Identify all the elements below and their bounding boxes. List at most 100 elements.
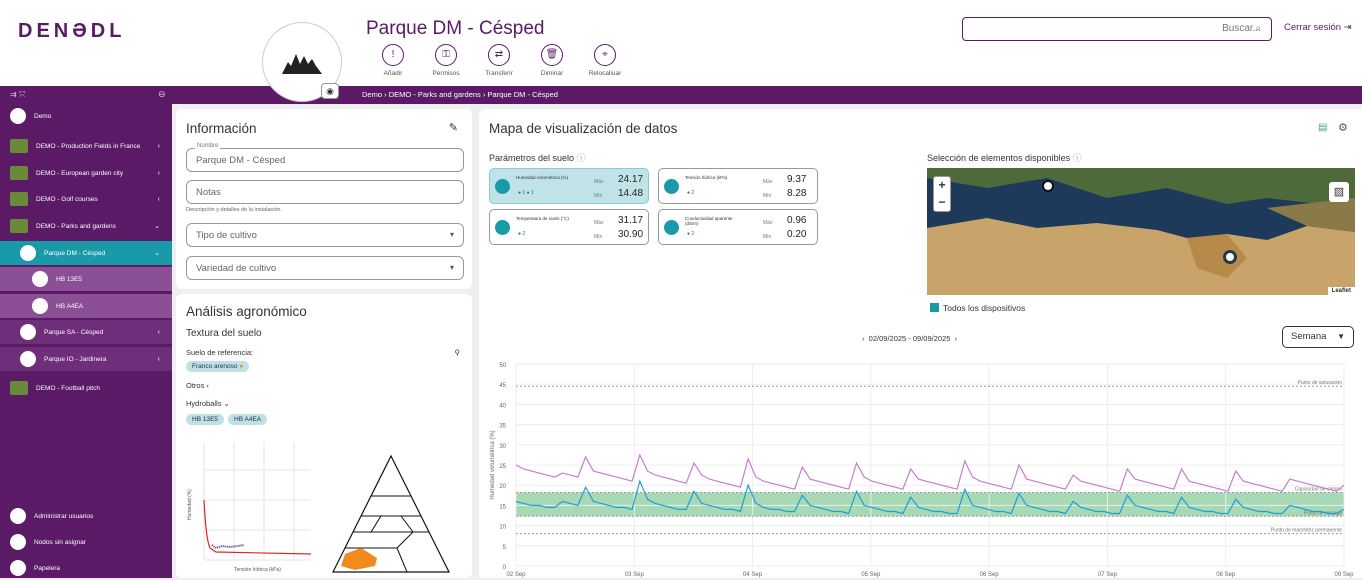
action-icon: 🗑 — [541, 44, 563, 66]
sensor-card-3[interactable]: Conductividad aparente (dS/m) ● 2 Máx 0.96 M… — [658, 209, 818, 245]
otros-toggle[interactable]: Otros ‹ — [186, 381, 209, 390]
edit-icon[interactable]: ✎ — [449, 121, 458, 134]
breadcrumb-item[interactable]: Parque DM - Césped — [487, 90, 557, 99]
action-icon: ! — [382, 44, 404, 66]
breadcrumb-item[interactable]: DEMO - Parks and gardens — [389, 90, 481, 99]
dot-icon: ● — [239, 363, 244, 370]
moisture-chart: 0 5 10 15 20 25 30 35 40 45 50 02 Sep 03 Sep 04 Sep 05… — [490, 363, 1354, 578]
action-4-button[interactable]: ⌖ Relocaliuar — [580, 44, 630, 77]
table-icon[interactable]: ▤ — [1318, 122, 1327, 133]
hydroballs-label: Hydroballs — [186, 399, 222, 408]
sidebar-item-3[interactable]: DEMO - Golf courses ‹ — [0, 187, 172, 211]
nombre-field[interactable]: Nombre Parque DM - Césped — [186, 143, 464, 172]
notas-field[interactable]: Notas — [186, 180, 464, 204]
chevron-icon[interactable]: ‹ — [158, 196, 160, 203]
breadcrumb-item[interactable]: Demo — [362, 90, 382, 99]
sidebar-item-2[interactable]: DEMO - European garden city ‹ — [0, 161, 172, 185]
todos-checkbox[interactable]: Todos los dispositivos — [930, 303, 1025, 313]
sidebar-item-8[interactable]: Parque SA - Césped ‹ — [0, 320, 172, 344]
site-photo-icon — [10, 166, 28, 180]
action-3-button[interactable]: 🗑 Diminar — [527, 44, 577, 77]
min-label: Mín — [594, 193, 603, 199]
sidebar-bottom-label: Administrar usuarios — [34, 512, 94, 520]
sidebar-bottom-label: Nodos sin asignar — [34, 538, 87, 546]
collapse-icon[interactable]: ⊖ — [158, 89, 166, 100]
action-icon: ⚿ — [435, 44, 457, 66]
layers-icon[interactable]: ▧ — [1329, 182, 1349, 202]
variedad-cultivo-select[interactable]: Variedad de cultivo ▾ — [186, 256, 464, 280]
sidebar-item-6[interactable]: HB 13E5 — [0, 267, 172, 291]
action-label: Diminar — [540, 70, 564, 77]
next-icon[interactable]: › — [955, 334, 958, 343]
tipo-cultivo-select[interactable]: Tipo de cultivo ▾ — [186, 223, 464, 247]
sidebar-bottom-1[interactable]: Nodos sin asignar — [0, 530, 172, 554]
sidebar-item-0[interactable]: Demo — [0, 104, 172, 128]
y-tick-label: 5 — [503, 545, 507, 551]
search-input[interactable]: Buscar... ⌕ — [962, 17, 1272, 41]
zoom-control[interactable]: + − — [933, 176, 951, 212]
sensor-max: 9.37 — [787, 174, 807, 185]
checkbox-icon — [930, 303, 939, 312]
chevron-down-icon: ▼ — [1337, 332, 1345, 341]
series-line-0 — [515, 453, 1345, 493]
sidebar-bottom-2[interactable]: Papelera — [0, 556, 172, 580]
map[interactable]: + − ▧ Leaflet — [927, 168, 1355, 295]
sensor-card-0[interactable]: Humedad volumétrica (%) ● 1 ● 1 Máx 24.17 Mí… — [489, 168, 649, 204]
hb-pill[interactable]: HB 13E5 — [186, 414, 225, 425]
action-1-button[interactable]: ⚿ Permisos — [421, 44, 471, 77]
hb-pill[interactable]: HB A4EA — [228, 414, 268, 425]
prev-icon[interactable]: ‹ — [862, 334, 865, 343]
x-tick-label: 04 Sep — [743, 572, 763, 578]
reference-label: Punto de marchitez permanente — [1271, 528, 1342, 534]
zoom-out-button[interactable]: − — [934, 194, 950, 211]
sensor-card-2[interactable]: Temperatura de suelo (°C) ● 2 Máx 31.17 Mín 3… — [489, 209, 649, 245]
y-tick-label: 30 — [499, 444, 506, 450]
min-label: Mín — [594, 234, 603, 240]
suelo-pill[interactable]: Franco arenoso ● — [186, 361, 250, 372]
retention-curve — [203, 499, 312, 555]
humedad-axis-label: Humedad (%) — [187, 489, 193, 520]
search-icon[interactable]: ⌕ — [1255, 23, 1261, 34]
sidebar-item-5[interactable]: Parque DM - Césped ⌄ — [0, 241, 172, 265]
sidebar-item-label: DEMO - Production Fields in France — [36, 142, 141, 150]
sidebar-item-label: Parque DM - Césped — [44, 249, 106, 257]
sidebar-item-10[interactable]: DEMO - Football pitch — [0, 376, 172, 400]
chevron-down-icon: ▾ — [449, 230, 454, 239]
camera-icon[interactable]: ◉ — [321, 83, 339, 99]
y-tick-label: 25 — [499, 464, 506, 470]
chevron-icon[interactable]: ‹ — [158, 170, 160, 177]
info-icon[interactable]: ⓘ — [1073, 153, 1082, 163]
chevron-icon[interactable]: ‹ — [158, 329, 160, 336]
sidebar-item-label: DEMO - Parks and gardens — [36, 222, 116, 230]
chevron-icon[interactable]: ⌄ — [154, 222, 160, 230]
date-range-nav: ‹ 02/09/2025 - 09/09/2025 › — [862, 334, 957, 343]
chevron-icon[interactable]: ‹ — [158, 356, 160, 363]
sidebar-item-7[interactable]: HB A4EA — [0, 294, 172, 318]
period-select[interactable]: Semana ▼ — [1282, 326, 1354, 348]
action-0-button[interactable]: ! Añadir — [368, 44, 418, 77]
todos-label: Todos los dispositivos — [943, 303, 1026, 313]
hydroballs-toggle[interactable]: Hydroballs ⌄ — [186, 399, 230, 408]
page-title: Parque DM - Césped — [366, 18, 545, 39]
action-icon: ⇄ — [488, 44, 510, 66]
sidebar-item-4[interactable]: DEMO - Parks and gardens ⌄ — [0, 214, 172, 238]
info-icon[interactable]: ⓘ — [577, 153, 586, 163]
chevron-icon[interactable]: ⌄ — [154, 249, 160, 257]
map-marker[interactable] — [1223, 250, 1237, 264]
sensor-card-1[interactable]: Tensión hídrica (kPa) ● 2 Máx 9.37 Mín 8.28 — [658, 168, 818, 204]
settings-icon[interactable]: ⚙ — [1338, 121, 1348, 134]
textura-title: Textura del suelo — [186, 328, 262, 339]
nodes-icon — [10, 534, 26, 550]
expand-collapse-icon[interactable]: ⇉ ⤧ — [10, 90, 25, 100]
zoom-in-button[interactable]: + — [934, 177, 950, 194]
action-2-button[interactable]: ⇄ Transferir — [474, 44, 524, 77]
map-marker[interactable] — [1042, 180, 1054, 192]
sidebar-item-1[interactable]: DEMO - Production Fields in France ‹ — [0, 134, 172, 158]
chevron-icon[interactable]: ‹ — [158, 143, 160, 150]
filter-icon[interactable]: ⚲ — [455, 348, 461, 357]
logout-button[interactable]: Cerrar sesión ⇥ — [1284, 22, 1352, 33]
header: DENƏDL Parque DM - Césped ! Añadir ⚿ Permis… — [0, 0, 1362, 86]
params-title: Parámetros del suelo ⓘ — [489, 151, 586, 164]
sidebar-bottom-0[interactable]: Administrar usuarios — [0, 504, 172, 528]
sidebar-item-9[interactable]: Parque IO - Jardinera ‹ — [0, 347, 172, 371]
